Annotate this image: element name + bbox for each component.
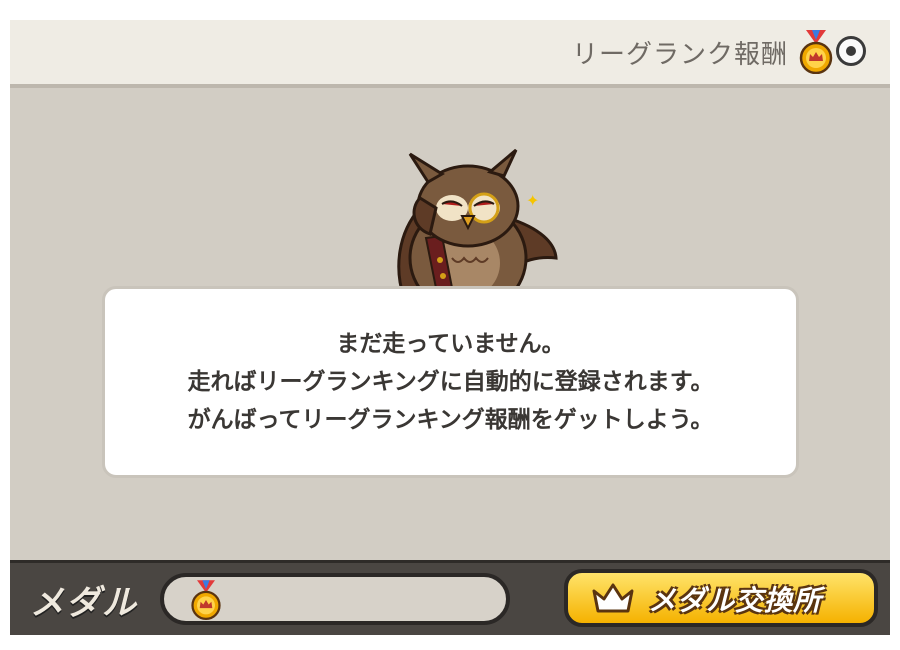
medal-icon	[799, 30, 833, 74]
medal-icon	[191, 580, 221, 621]
message-line-1: まだ走っていません。	[336, 331, 565, 357]
medal-exchange-label: メダル交換所	[648, 584, 823, 617]
footer-bar: メダル メダル交換所	[10, 560, 890, 635]
message-line-2: 走ればリーグランキングに自動的に登録されます。	[187, 369, 714, 395]
message-dialog: まだ走っていません。 走ればリーグランキングに自動的に登録されます。 がんばって…	[102, 286, 799, 478]
svg-text:✦: ✦	[526, 191, 539, 210]
info-icon	[846, 46, 856, 56]
header-bar: リーグランク報酬	[10, 20, 890, 84]
message-line-3: がんばってリーグランキング報酬をゲットしよう。	[187, 407, 714, 433]
info-button[interactable]	[836, 36, 866, 66]
league-rank-reward-title: リーグランク報酬	[571, 40, 788, 70]
game-screen: リーグランク報酬 ✦ まだ走っていません。 走ればリーグランキングに自動的に登録…	[10, 20, 890, 635]
medal-exchange-button[interactable]: メダル交換所	[564, 569, 878, 627]
medal-count-field	[160, 573, 510, 625]
crown-icon	[592, 583, 634, 613]
owl-mascot: ✦	[397, 148, 558, 308]
medal-label: メダル	[30, 583, 138, 623]
